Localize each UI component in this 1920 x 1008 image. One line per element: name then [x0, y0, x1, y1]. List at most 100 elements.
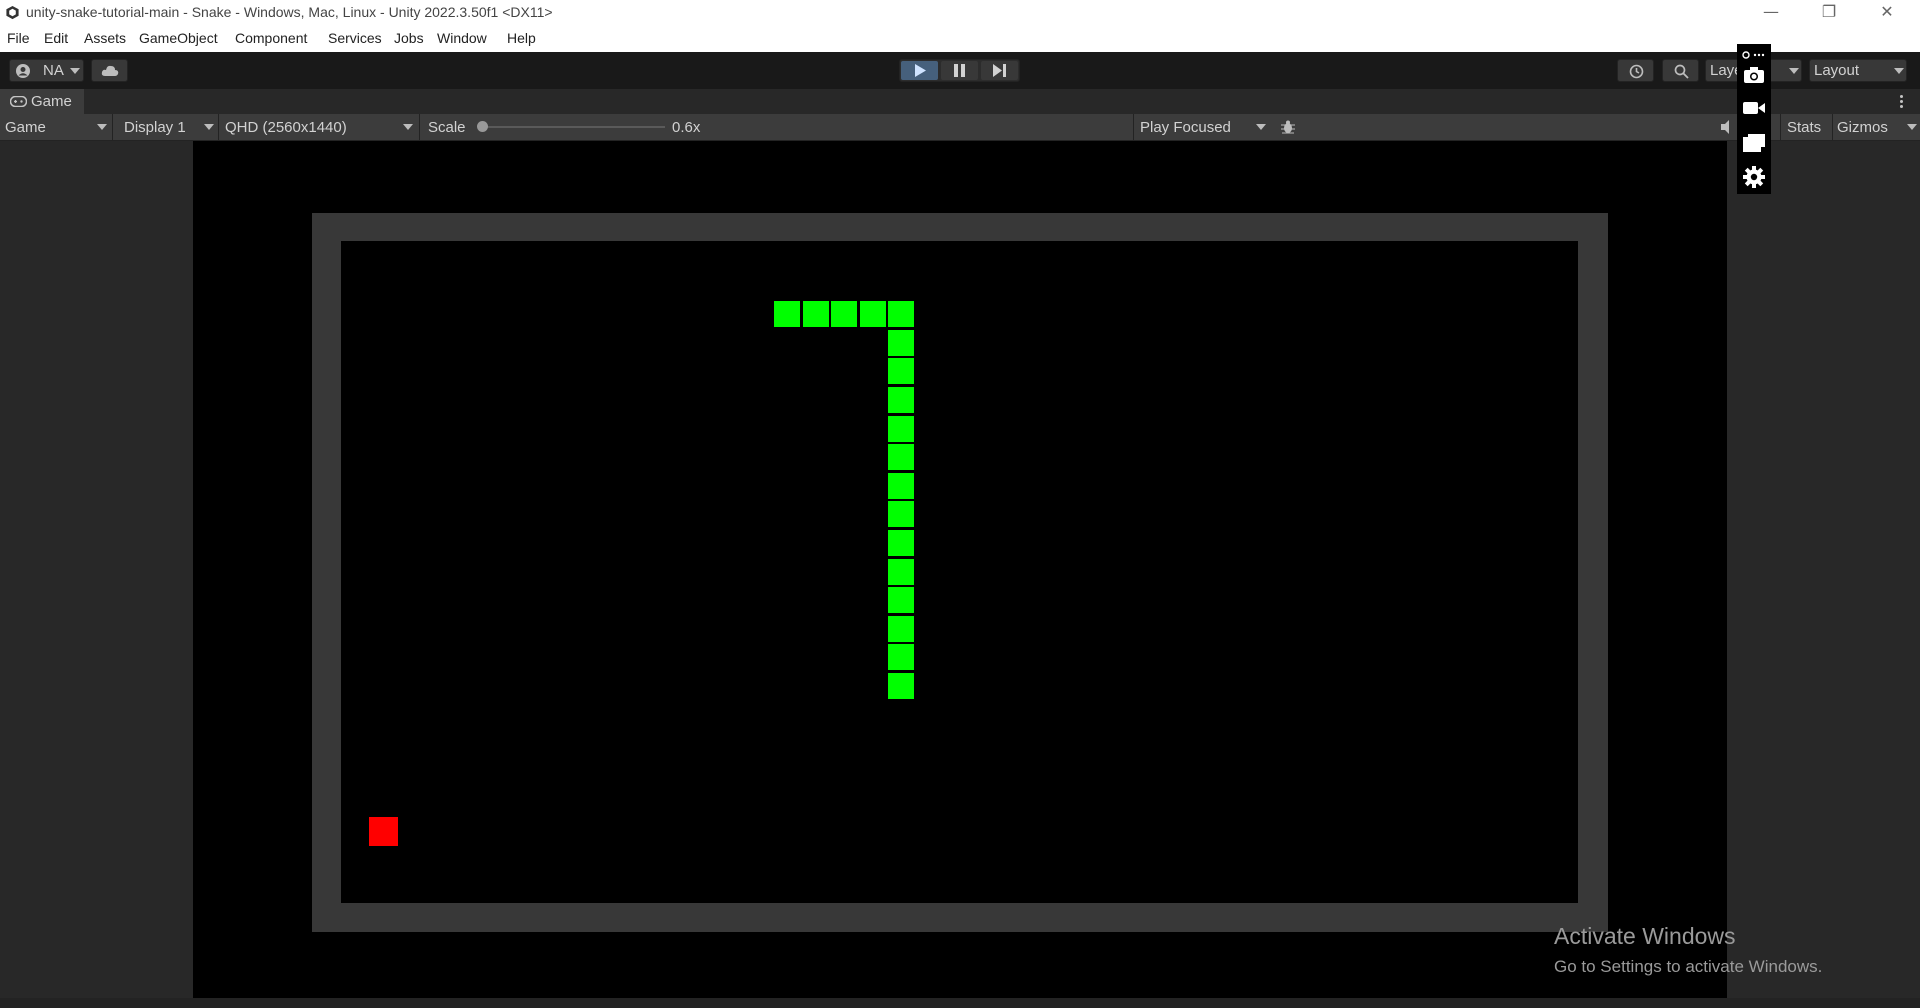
unity-logo-icon	[6, 5, 19, 20]
chevron-down-icon	[1789, 68, 1799, 74]
game-tab-strip: Game	[0, 89, 1920, 114]
menu-component[interactable]: Component	[235, 30, 307, 46]
activate-windows-title: Activate Windows	[1554, 923, 1736, 949]
speaker-icon	[1721, 120, 1729, 134]
capture-overlay-panel	[1737, 44, 1771, 194]
title-bar: unity-snake-tutorial-main - Snake - Wind…	[0, 0, 1920, 26]
snake-segment	[887, 471, 916, 500]
snake-segment	[858, 300, 887, 329]
snake-head	[887, 672, 916, 700]
view-mode-dropdown[interactable]: Game	[0, 114, 112, 140]
gamepad-icon	[10, 96, 27, 107]
chevron-down-icon	[97, 124, 107, 130]
resolution-dropdown[interactable]: QHD (2560x1440)	[219, 114, 419, 140]
search-button[interactable]	[1662, 59, 1699, 82]
camera-icon	[1744, 67, 1764, 83]
play-mode-label: Play Focused	[1140, 119, 1231, 136]
scale-slider-thumb[interactable]	[477, 121, 488, 132]
menu-window[interactable]: Window	[437, 30, 487, 46]
more-options-icon[interactable]	[1898, 93, 1904, 110]
menu-help[interactable]: Help	[507, 30, 536, 46]
snake-segment	[887, 357, 916, 386]
screenshot-button[interactable]	[1743, 66, 1765, 84]
scale-label: Scale	[428, 119, 466, 136]
toolbar-divider	[1133, 114, 1134, 140]
menu-gameobject[interactable]: GameObject	[139, 30, 218, 46]
pause-button[interactable]	[941, 61, 978, 80]
capture-settings-button[interactable]	[1743, 166, 1765, 188]
stats-label: Stats	[1787, 119, 1822, 136]
windows-icon	[1742, 134, 1765, 153]
debug-button[interactable]	[1276, 114, 1300, 140]
resolution-label: QHD (2560x1440)	[225, 119, 347, 136]
pause-icon	[954, 64, 965, 77]
chevron-down-icon	[70, 68, 80, 74]
layout-dropdown[interactable]: Layout	[1809, 59, 1907, 82]
capture-menu-icon[interactable]	[1742, 47, 1766, 59]
snake-segment	[887, 443, 916, 472]
status-bar	[0, 998, 1920, 1008]
stats-button[interactable]: Stats	[1780, 114, 1833, 140]
menu-assets[interactable]: Assets	[84, 30, 126, 46]
menu-services[interactable]: Services	[328, 30, 382, 46]
cloud-button[interactable]	[91, 59, 128, 82]
view-mode-label: Game	[5, 119, 46, 136]
gizmos-dropdown[interactable]: Gizmos	[1832, 114, 1920, 140]
play-button[interactable]	[901, 61, 938, 80]
account-label: NA	[43, 62, 64, 79]
snake-segment	[830, 300, 859, 329]
chevron-down-icon	[204, 124, 214, 130]
restore-button[interactable]: ❐	[1800, 0, 1858, 26]
scale-value: 0.6x	[672, 119, 701, 136]
game-view-toolbar: Game Display 1 QHD (2560x1440) Scale 0.6…	[0, 114, 1920, 141]
menu-bar: File Edit Assets GameObject Component Se…	[0, 26, 1920, 53]
search-icon	[1674, 64, 1689, 79]
snake-segment	[887, 643, 916, 672]
menu-file[interactable]: File	[7, 30, 30, 46]
close-button[interactable]: ✕	[1858, 0, 1916, 26]
history-icon	[1629, 64, 1644, 79]
minimize-icon: —	[1763, 2, 1779, 21]
snake-segment	[887, 300, 916, 329]
record-video-button[interactable]	[1743, 100, 1765, 116]
window-title: unity-snake-tutorial-main - Snake - Wind…	[26, 4, 553, 20]
restore-icon: ❐	[1821, 2, 1837, 21]
minimize-button[interactable]: —	[1742, 0, 1800, 26]
snake-segment	[887, 500, 916, 529]
toolbar-divider	[218, 114, 219, 140]
menu-edit[interactable]: Edit	[44, 30, 68, 46]
tab-game[interactable]: Game	[0, 89, 84, 114]
menu-jobs[interactable]: Jobs	[394, 30, 424, 46]
step-button[interactable]	[981, 61, 1018, 80]
play-focused-dropdown[interactable]: Play Focused	[1134, 114, 1270, 140]
layout-label: Layout	[1814, 62, 1860, 79]
chevron-down-icon	[1894, 68, 1904, 74]
snake-segment	[887, 414, 916, 443]
gizmos-label: Gizmos	[1837, 119, 1888, 136]
snake-segment	[887, 529, 916, 557]
toolbar-divider	[419, 114, 420, 140]
account-dropdown[interactable]: NA	[9, 59, 84, 82]
food-item	[369, 817, 398, 846]
account-icon	[16, 64, 30, 78]
snake-segment	[887, 386, 916, 414]
play-icon	[915, 64, 926, 77]
close-icon: ✕	[1880, 2, 1894, 21]
snake-segment	[887, 328, 916, 357]
tab-game-label: Game	[31, 93, 72, 110]
step-icon	[993, 64, 1006, 77]
scale-slider-track[interactable]	[481, 126, 665, 128]
bug-icon	[1281, 120, 1295, 134]
undo-history-button[interactable]	[1617, 59, 1654, 82]
playback-controls	[899, 59, 1020, 82]
chevron-down-icon	[403, 124, 413, 130]
main-toolbar: NA Layers Layout	[0, 52, 1920, 89]
window-capture-button[interactable]	[1742, 134, 1765, 153]
snake-segment	[887, 557, 916, 586]
toolbar-divider	[112, 114, 113, 140]
mute-audio-button[interactable]	[1720, 119, 1736, 135]
snake-segment	[773, 300, 801, 329]
video-camera-icon	[1743, 102, 1765, 114]
play-area	[341, 241, 1578, 903]
display-dropdown[interactable]: Display 1	[118, 114, 218, 140]
